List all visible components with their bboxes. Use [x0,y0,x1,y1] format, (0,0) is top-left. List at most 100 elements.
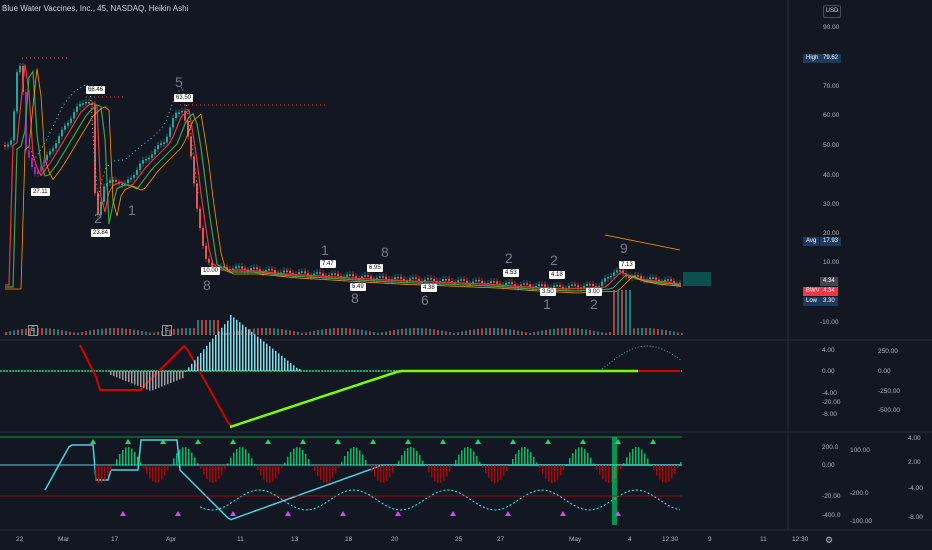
momentum-bar [134,451,136,465]
volume-bar [105,328,107,335]
candle-body [322,273,324,276]
momentum-bar [128,447,130,465]
momentum-bar [179,449,181,465]
volume-bar [637,328,639,335]
histogram-bar [266,343,268,371]
candle-body [649,277,651,280]
histogram-bar [242,324,244,371]
histogram-bar [191,363,193,371]
candle-body [13,111,15,141]
momentum-bar [245,449,247,465]
candle-body [385,276,387,280]
volume-bar [357,329,359,335]
momentum-bar [650,464,652,465]
volume-bar [341,328,343,335]
momentum-bar [392,465,394,473]
candle-body [298,271,300,274]
volume-bar [601,332,603,335]
volume-bar [649,328,651,335]
momentum-bar [506,465,508,471]
volume-bar [473,329,475,335]
histogram-bar [284,358,286,371]
candle-body [76,106,78,112]
histogram-bar [143,371,145,389]
momentum-bar [419,455,421,465]
chart-canvas[interactable] [0,0,932,550]
momentum-bar [500,465,502,481]
histogram-bar [275,351,277,371]
volume-bar [345,328,347,335]
momentum-bar [677,465,679,469]
chart-title[interactable]: Blue Water Vaccines, Inc., 45, NASDAQ, H… [2,4,188,13]
momentum-bar [176,453,178,465]
momentum-bar [446,465,448,477]
momentum-bar [347,451,349,465]
histogram-bar [299,369,301,371]
volume-bar [25,328,27,335]
momentum-bar [263,465,265,480]
signal-triangle-up [120,511,126,516]
volume-bar [545,329,547,335]
osc-axis-label: -20.00 [822,399,841,406]
momentum-bar [305,453,307,465]
price-axis-label: 30.00 [823,201,840,208]
histogram-bar [278,353,280,371]
signal-triangle-up [440,439,446,444]
candle-body [127,179,129,184]
histogram-bar [203,349,205,371]
volume-bar [325,328,327,335]
momentum-bar [257,465,259,470]
volume-bar [197,320,199,335]
momentum-bar [329,465,331,482]
momentum-pane[interactable] [0,436,682,525]
candle-body [55,143,57,149]
candle-body [4,145,6,147]
volume-bar [313,330,315,335]
osc-axis-label-right: 0.00 [878,368,891,375]
candle-body [556,284,558,287]
volume-bar [49,328,51,335]
volume-bar [497,328,499,335]
volume-bar [513,329,515,335]
histogram-bar [128,371,130,383]
histogram-bar [206,345,208,371]
momentum-bar [485,465,487,474]
time-axis-label: 27 [497,536,505,543]
candle-body [10,140,12,145]
volume-bar [413,328,415,335]
volume-bar [409,328,411,335]
signal-triangle-up [475,439,481,444]
currency-button[interactable]: USD [823,5,841,18]
momentum-bar [599,465,601,475]
volume-bar [597,331,599,335]
earnings-marker[interactable]: E [162,325,172,336]
candle-body [409,278,411,281]
volume-bar [117,328,119,335]
price-annotation: 27.11 [31,188,50,196]
gear-icon[interactable]: ⚙ [825,535,833,546]
candle-body [523,283,525,285]
histogram-bar [122,371,124,380]
osc-axis-label: 0.00 [822,368,835,375]
volume-bar [469,329,471,335]
candle-body [130,177,132,180]
momentum-bar [482,465,484,468]
candle-body [16,72,18,112]
histogram-bar [227,320,229,371]
time-axis-label: 11 [760,536,767,543]
candle-body [616,270,618,273]
osc-axis-label: 4.00 [822,347,835,354]
count-number: 8 [381,244,389,260]
momentum-bar [638,447,640,465]
candle-body [151,154,153,158]
histogram-bar [215,335,217,371]
earnings-marker[interactable]: E [28,325,38,336]
candle-body [289,270,291,274]
histogram-bar [200,353,202,371]
momentum-bar [125,447,127,465]
momentum-bar [440,465,442,483]
histogram-bar [185,371,187,372]
momentum-bar [476,456,478,465]
candle-body [241,266,243,269]
momentum-bar [524,447,526,465]
